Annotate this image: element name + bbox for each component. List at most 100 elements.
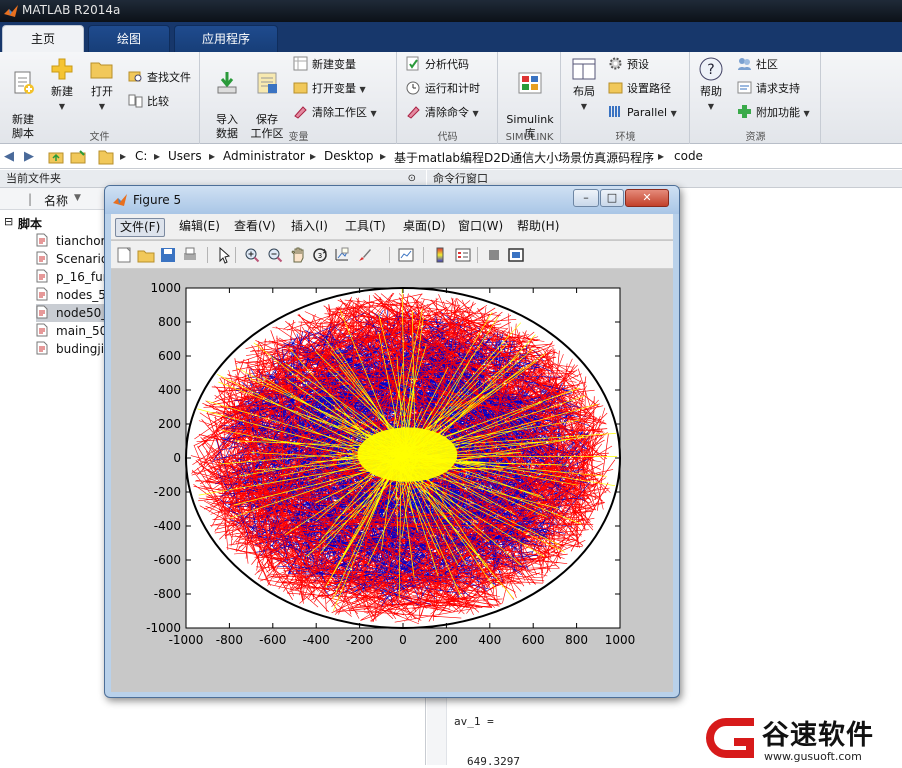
save-workspace-icon xyxy=(257,72,277,94)
preferences-label: 预设 xyxy=(627,58,649,71)
help-button[interactable]: ? 帮助 ▼ xyxy=(695,56,727,114)
x-tick-label: 1000 xyxy=(605,633,636,647)
y-tick-label: -600 xyxy=(154,553,181,567)
brush-icon[interactable] xyxy=(356,246,374,264)
x-tick-label: 600 xyxy=(522,633,545,647)
maximize-button[interactable]: □ xyxy=(600,189,624,207)
figure-window: Figure 5 – □ ✕ 文件(F) 编辑(E) 查看(V) 插入(I) 工具(T)… xyxy=(104,185,680,698)
collapse-icon[interactable]: ⊟ xyxy=(4,215,13,228)
sort-arrow-icon: ▼ xyxy=(74,193,81,203)
save-icon[interactable] xyxy=(159,246,177,264)
file-name: tianchor xyxy=(56,234,106,248)
figure-menu-item[interactable]: 窗口(W) xyxy=(454,218,507,237)
group-resources: ? 帮助 ▼ 社区 请求支持 附加功能 ▼ 资源 xyxy=(691,52,821,144)
new-variable-button[interactable]: 新建变量 xyxy=(293,56,356,76)
breadcrumb-item[interactable]: Administrator xyxy=(223,149,305,163)
y-tick-label: -400 xyxy=(154,519,181,533)
simulink-library-button[interactable]: Simulink 库 xyxy=(503,56,557,141)
set-path-button[interactable]: 设置路径 xyxy=(608,80,671,100)
new-button[interactable]: 新建 ▼ xyxy=(46,56,78,114)
compare-button[interactable]: 比较 xyxy=(128,93,169,113)
pointer-icon[interactable] xyxy=(215,246,233,264)
new-figure-icon[interactable] xyxy=(115,246,133,264)
figure-title: Figure 5 xyxy=(133,193,182,207)
set-path-icon xyxy=(608,82,623,94)
column-name[interactable]: 名称 xyxy=(44,192,68,209)
group-environment: 布局 ▼ 预设 设置路径 Parallel ▼ 环境 xyxy=(562,52,690,144)
request-support-button[interactable]: 请求支持 xyxy=(737,80,800,100)
figure-menu-item[interactable]: 桌面(D) xyxy=(399,218,450,237)
zoom-out-icon[interactable] xyxy=(266,246,284,264)
clear-workspace-icon xyxy=(294,106,307,119)
matlab-logo-icon xyxy=(4,5,18,17)
breadcrumb-item[interactable]: Users xyxy=(168,149,202,163)
community-label: 社区 xyxy=(756,58,778,71)
colorbar-icon[interactable] xyxy=(431,246,449,264)
browse-folder-icon[interactable] xyxy=(70,149,86,165)
back-icon[interactable]: ◀ xyxy=(4,149,14,164)
up-folder-icon[interactable] xyxy=(48,149,64,165)
community-button[interactable]: 社区 xyxy=(737,56,778,76)
layout-button[interactable]: 布局 ▼ xyxy=(566,56,602,114)
figure-titlebar[interactable]: Figure 5 – □ ✕ xyxy=(105,186,679,214)
set-path-label: 设置路径 xyxy=(627,82,671,95)
watermark-text: 谷速软件 xyxy=(762,720,874,751)
clear-workspace-button[interactable]: 清除工作区 ▼ xyxy=(293,104,377,124)
rotate-3d-icon[interactable]: 3 xyxy=(311,246,329,264)
breadcrumb-item[interactable]: Desktop xyxy=(324,149,374,163)
tab-apps[interactable]: 应用程序 xyxy=(174,25,278,52)
ribbon-tabbar: 主页 绘图 应用程序 xyxy=(0,22,902,52)
open-button[interactable]: 打开 ▼ xyxy=(86,56,118,114)
run-and-time-button[interactable]: 运行和计时 xyxy=(406,80,480,100)
folder-icon xyxy=(98,150,114,165)
analyze-code-button[interactable]: 分析代码 xyxy=(406,56,469,76)
command-output-line: av_1 = xyxy=(454,715,494,728)
community-icon xyxy=(738,58,751,70)
breadcrumb-item[interactable]: code xyxy=(674,149,703,163)
figure-menu-item[interactable]: 查看(V) xyxy=(230,218,280,237)
link-plot-icon[interactable] xyxy=(397,246,415,264)
forward-icon[interactable]: ▶ xyxy=(24,149,34,164)
figure-menu-item[interactable]: 编辑(E) xyxy=(175,218,224,237)
figure-menu-item[interactable]: 工具(T) xyxy=(341,218,390,237)
open-file-icon[interactable] xyxy=(137,246,155,264)
figure-menu-item[interactable]: 帮助(H) xyxy=(513,218,563,237)
tab-home[interactable]: 主页 xyxy=(2,25,84,52)
x-tick-label: 0 xyxy=(399,633,407,647)
minimize-button[interactable]: – xyxy=(573,189,599,207)
figure-toolbar: 3 xyxy=(111,241,673,269)
pan-icon[interactable] xyxy=(289,246,307,264)
group-variable-label: 变量 xyxy=(288,132,309,143)
find-files-button[interactable]: 查找文件 xyxy=(128,69,191,89)
breadcrumb-item[interactable]: C: xyxy=(135,149,147,163)
figure-menu-item[interactable]: 文件(F) xyxy=(115,218,166,237)
column-divider: | xyxy=(28,192,33,206)
tab-plots[interactable]: 绘图 xyxy=(88,25,170,52)
data-cursor-icon[interactable] xyxy=(333,246,351,264)
run-and-time-icon xyxy=(406,81,420,95)
preferences-button[interactable]: 预设 xyxy=(608,56,649,76)
command-window-title: 命令行窗口 xyxy=(433,172,488,185)
breadcrumb-item[interactable]: 基于matlab编程D2D通信大小场景仿真源码程序 xyxy=(394,149,654,166)
clear-commands-button[interactable]: 清除命令 ▼ xyxy=(406,104,479,124)
chevron-down-icon: ▼ xyxy=(370,109,377,118)
group-simulink-label: SIMULINK xyxy=(505,132,554,143)
open-variable-icon xyxy=(293,82,308,94)
close-button[interactable]: ✕ xyxy=(625,189,669,207)
hide-tools-icon[interactable] xyxy=(485,246,503,264)
plot-area[interactable]: -1000 -800 -600 -400 -200 0 200 400 600 800 1000 -1… xyxy=(111,270,673,692)
show-tools-icon[interactable] xyxy=(507,246,525,264)
zoom-in-icon[interactable] xyxy=(243,246,261,264)
chevron-down-icon: ▼ xyxy=(670,109,677,118)
open-variable-button[interactable]: 打开变量 ▼ xyxy=(293,80,366,100)
y-tick-label: 0 xyxy=(173,451,181,465)
figure-client: 文件(F) 编辑(E) 查看(V) 插入(I) 工具(T) 桌面(D) 窗口(W) 帮助(H)… xyxy=(111,214,673,692)
print-icon[interactable] xyxy=(181,246,199,264)
simulink-library-icon xyxy=(518,72,542,94)
parallel-label: Parallel xyxy=(627,106,668,119)
add-ons-button[interactable]: 附加功能 ▼ xyxy=(737,104,810,124)
figure-menubar: 文件(F) 编辑(E) 查看(V) 插入(I) 工具(T) 桌面(D) 窗口(W) 帮助(H) xyxy=(111,214,673,240)
figure-menu-item[interactable]: 插入(I) xyxy=(287,218,332,237)
parallel-button[interactable]: Parallel ▼ xyxy=(608,104,677,124)
legend-icon[interactable] xyxy=(454,246,472,264)
